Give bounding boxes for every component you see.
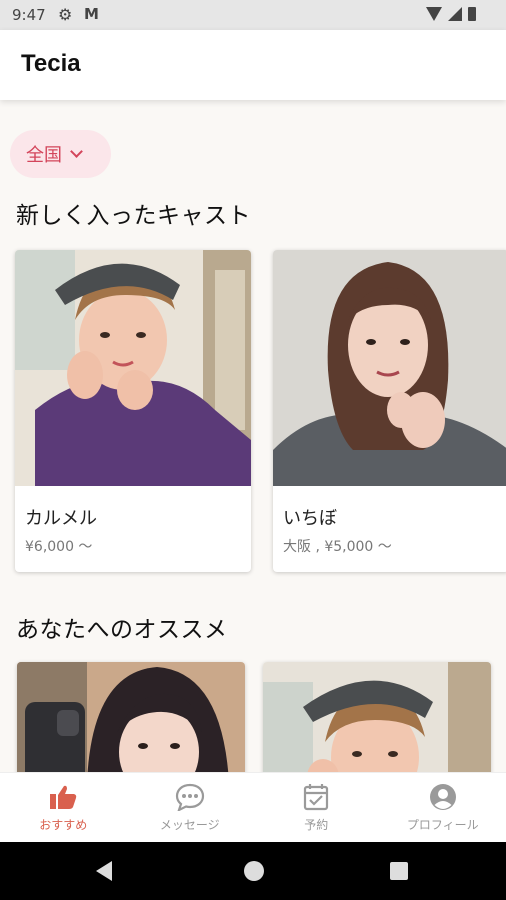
nav-item-messages[interactable]: メッセージ — [127, 773, 254, 842]
cast-card[interactable]: いちぼ 大阪 , ¥5,000 〜 — [273, 250, 506, 572]
chevron-down-icon — [70, 145, 83, 158]
cast-card[interactable]: カルメル ¥6,000 〜 — [15, 250, 251, 572]
calendar-check-icon — [301, 782, 331, 812]
gmail-icon: M — [84, 5, 99, 23]
cast-name: カルメル — [25, 508, 97, 529]
nav-label-messages: メッセージ — [159, 818, 220, 832]
nav-item-recommended[interactable]: おすすめ — [0, 773, 127, 842]
recommend-card[interactable] — [263, 662, 491, 782]
wifi-icon — [426, 7, 442, 21]
thumbs-up-icon — [48, 782, 78, 812]
recommend-card[interactable] — [17, 662, 245, 782]
status-bar: 9:47 ⚙ M — [0, 0, 506, 30]
cast-photo — [273, 250, 506, 486]
recommend-photo — [263, 662, 491, 782]
battery-icon — [468, 7, 476, 21]
nav-label-profile: プロフィール — [406, 818, 479, 832]
recommend-photo — [17, 662, 245, 782]
signal-icon — [448, 7, 462, 21]
back-icon[interactable] — [96, 861, 112, 881]
region-filter-label: 全国 — [26, 145, 62, 166]
app-title: Tecia — [21, 50, 81, 77]
bottom-navigation: おすすめ メッセージ 予約 プロフィール — [0, 772, 506, 842]
system-navigation-bar — [0, 842, 506, 900]
settings-gear-icon: ⚙ — [58, 5, 73, 24]
section-title-new-casts: 新しく入ったキャスト — [16, 203, 251, 229]
region-filter-chip[interactable]: 全国 — [10, 130, 111, 178]
cast-price: ¥6,000 〜 — [25, 539, 93, 555]
app-bar: Tecia — [0, 30, 506, 100]
home-icon[interactable] — [244, 861, 264, 881]
status-indicators — [426, 7, 476, 21]
recent-apps-icon[interactable] — [390, 862, 408, 880]
nav-item-profile[interactable]: プロフィール — [380, 773, 506, 842]
status-time: 9:47 — [12, 6, 46, 24]
section-title-recommended: あなたへのオススメ — [16, 617, 228, 643]
cast-price: 大阪 , ¥5,000 〜 — [283, 539, 392, 555]
nav-item-reservation[interactable]: 予約 — [253, 773, 380, 842]
account-circle-icon — [428, 782, 458, 812]
cast-name: いちぼ — [283, 508, 337, 529]
nav-label-reservation: 予約 — [304, 818, 329, 832]
cast-photo — [15, 250, 251, 486]
chat-bubble-icon — [175, 782, 205, 812]
nav-label-recommended: おすすめ — [39, 818, 88, 832]
